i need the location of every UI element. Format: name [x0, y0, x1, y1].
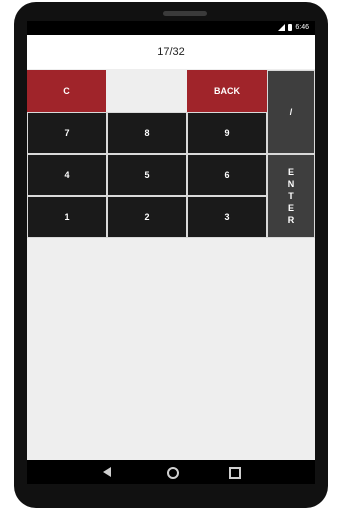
enter-button[interactable]: E N T E R: [267, 154, 315, 238]
battery-icon: [288, 24, 293, 31]
status-time: 6:46: [295, 24, 309, 31]
digit-9-button[interactable]: 9: [187, 112, 267, 154]
digit-6-button[interactable]: 6: [187, 154, 267, 196]
signal-icon: [278, 24, 286, 31]
back-icon[interactable]: [103, 467, 111, 477]
enter-letter: T: [288, 191, 294, 201]
digit-7-button[interactable]: 7: [27, 112, 107, 154]
back-button[interactable]: BACK: [187, 70, 267, 112]
enter-letter: N: [287, 179, 295, 189]
digit-4-button[interactable]: 4: [27, 154, 107, 196]
digit-3-button[interactable]: 3: [187, 196, 267, 238]
navigation-bar: [27, 460, 315, 484]
digit-2-button[interactable]: 2: [107, 196, 187, 238]
digit-8-button[interactable]: 8: [107, 112, 187, 154]
recents-icon[interactable]: [229, 467, 241, 479]
fraction-display: 17/32: [27, 35, 315, 69]
speaker-grille: [163, 11, 207, 16]
display-value: 17/32: [157, 46, 185, 58]
enter-letter: E: [287, 203, 294, 213]
enter-letter: E: [287, 167, 294, 177]
enter-letter: R: [287, 215, 295, 225]
empty-key: [107, 70, 186, 112]
clear-button[interactable]: C: [27, 70, 106, 112]
keypad: C BACK / 7 8 9 4 5 6 E N T E R 1 2 3: [27, 70, 315, 238]
digit-5-button[interactable]: 5: [107, 154, 187, 196]
divide-button[interactable]: /: [267, 70, 315, 154]
app-screen: 6:46 17/32 C BACK / 7 8 9 4 5 6 E N T E …: [27, 21, 315, 460]
status-bar: 6:46: [27, 21, 315, 35]
digit-1-button[interactable]: 1: [27, 196, 107, 238]
home-icon[interactable]: [167, 467, 179, 479]
